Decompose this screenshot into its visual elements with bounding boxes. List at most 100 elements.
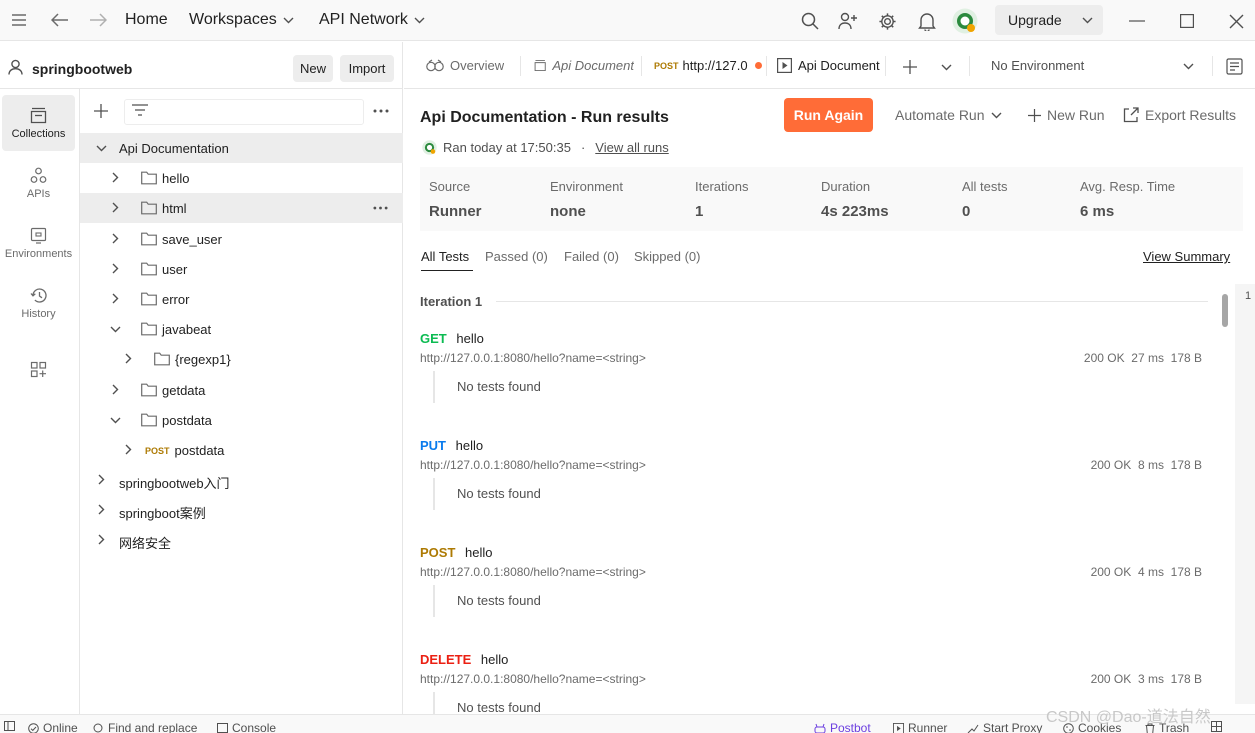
minimize-icon[interactable] — [1126, 12, 1148, 30]
chevron-right-icon — [112, 172, 119, 183]
view-all-runs-link[interactable]: View all runs — [595, 140, 668, 155]
tab-all-tests[interactable]: All Tests — [421, 249, 469, 264]
environment-selector[interactable]: No Environment — [991, 42, 1201, 89]
search-collections-input[interactable] — [124, 99, 364, 125]
plus-icon — [1028, 108, 1041, 122]
tree-item-folder[interactable]: user — [80, 254, 403, 284]
tree-item-folder[interactable]: javabeat — [80, 314, 403, 344]
tab-skipped[interactable]: Skipped (0) — [634, 249, 700, 264]
workspace-name[interactable]: springbootweb — [32, 61, 132, 77]
new-button[interactable]: New — [293, 55, 333, 82]
request-name[interactable]: hello — [456, 331, 483, 346]
request-url: http://127.0.0.1:8080/hello?name=<string… — [420, 565, 646, 579]
response-time: 8 ms — [1137, 458, 1164, 472]
home-link[interactable]: Home — [125, 11, 168, 29]
tree-item-folder[interactable]: getdata — [80, 375, 403, 405]
tab-failed[interactable]: Failed (0) — [564, 249, 619, 264]
settings-gear-icon[interactable] — [876, 10, 898, 32]
runner-button[interactable]: Runner — [893, 721, 947, 733]
request-name[interactable]: hello — [481, 652, 508, 667]
chevron-right-icon — [98, 504, 105, 515]
response-size: 178 B — [1170, 351, 1202, 365]
toggle-sidebar-icon[interactable] — [4, 721, 15, 731]
response-status[interactable]: 200 OK — [1091, 458, 1132, 472]
response-status[interactable]: 200 OK — [1084, 351, 1125, 365]
response-size: 178 B — [1170, 458, 1202, 472]
tree-item-label: springbootweb入门 — [119, 476, 230, 491]
tree-item-folder[interactable]: error — [80, 284, 403, 314]
tab-post-request[interactable]: POST http://127.0 — [654, 42, 764, 89]
layout-grid-icon[interactable] — [1211, 721, 1222, 732]
tab-separator — [766, 56, 767, 76]
tree-item-folder[interactable]: save_user — [80, 224, 403, 254]
active-tab-underline — [421, 270, 473, 271]
menu-icon[interactable] — [10, 12, 28, 28]
notification-bell-icon[interactable] — [916, 10, 938, 32]
run-again-button[interactable]: Run Again — [784, 98, 873, 132]
postbot-icon — [814, 723, 826, 733]
view-summary-link[interactable]: View Summary — [1143, 249, 1230, 264]
tab-passed[interactable]: Passed (0) — [485, 249, 548, 264]
tab-overview[interactable]: Overview — [426, 42, 504, 89]
rail-environments[interactable]: Environments — [2, 215, 75, 271]
tab-api-documentation[interactable]: Api Document — [534, 42, 634, 89]
runner-label: Runner — [908, 721, 948, 733]
new-tab-icon[interactable] — [903, 60, 917, 74]
request-url: http://127.0.0.1:8080/hello?name=<string… — [420, 672, 646, 686]
runner-play-icon — [777, 58, 792, 73]
forward-arrow-icon[interactable] — [88, 11, 108, 29]
tree-item-collection[interactable]: springbootweb入门 — [80, 465, 403, 495]
upgrade-button[interactable]: Upgrade — [995, 5, 1103, 35]
tree-item-folder[interactable]: postdata — [80, 405, 403, 435]
more-options-icon[interactable] — [373, 109, 389, 113]
rail-collections[interactable]: Collections — [2, 95, 75, 151]
tree-item-folder[interactable]: hello — [80, 163, 403, 193]
new-run-label: New Run — [1047, 107, 1105, 123]
automate-run-button[interactable]: Automate Run — [895, 107, 1002, 123]
postbot-label: Postbot — [830, 721, 871, 733]
console-button[interactable]: Console — [217, 721, 276, 733]
export-results-button[interactable]: Export Results — [1123, 107, 1236, 123]
tree-item-collection[interactable]: 网络安全 — [80, 525, 403, 555]
add-collection-icon[interactable] — [94, 104, 108, 118]
avatar[interactable] — [951, 7, 978, 34]
tree-item-folder[interactable]: html — [80, 193, 403, 223]
postbot-button[interactable]: Postbot — [814, 721, 871, 733]
workspaces-menu[interactable]: Workspaces — [189, 11, 294, 29]
search-icon[interactable] — [799, 10, 821, 32]
online-status[interactable]: Online — [28, 721, 78, 733]
tab-runner-results[interactable]: Api Document — [777, 42, 880, 89]
tree-item-label: postdata — [174, 443, 225, 458]
iteration-index[interactable]: 1 — [1245, 290, 1251, 302]
request-name[interactable]: hello — [456, 438, 483, 453]
stat-label: All tests — [962, 179, 1008, 194]
close-icon[interactable] — [1225, 11, 1247, 31]
maximize-icon[interactable] — [1176, 11, 1198, 31]
unsaved-dot-icon — [754, 62, 762, 69]
tree-item-request[interactable]: POST postdata — [80, 435, 403, 465]
tree-item-folder[interactable]: {regexp1} — [80, 344, 403, 374]
tree-item-label: user — [162, 262, 188, 277]
environment-quick-look-icon[interactable] — [1226, 58, 1243, 75]
response-status[interactable]: 200 OK — [1091, 672, 1132, 686]
rail-apis[interactable]: APIs — [2, 155, 75, 211]
back-arrow-icon[interactable] — [50, 11, 70, 29]
rail-configure[interactable] — [2, 341, 75, 397]
results-scrollbar[interactable] — [1222, 294, 1228, 327]
api-network-menu[interactable]: API Network — [319, 11, 425, 29]
import-button[interactable]: Import — [340, 55, 394, 82]
chevron-down-icon — [1082, 17, 1093, 24]
new-run-button[interactable]: New Run — [1028, 107, 1105, 123]
find-replace-button[interactable]: Find and replace — [93, 721, 197, 733]
more-options-icon[interactable] — [373, 206, 388, 210]
stat-value: none — [550, 203, 586, 220]
rail-history[interactable]: History — [2, 275, 75, 331]
response-meta: 200 OK 4 ms 178 B — [1091, 565, 1202, 579]
tree-item-collection[interactable]: Api Documentation — [80, 133, 403, 163]
start-proxy-button[interactable]: Start Proxy — [967, 721, 1042, 733]
tab-list-chevron-icon[interactable] — [941, 64, 952, 71]
invite-user-icon[interactable] — [837, 10, 859, 32]
response-status[interactable]: 200 OK — [1091, 565, 1132, 579]
request-name[interactable]: hello — [465, 545, 492, 560]
tree-item-collection[interactable]: springboot案例 — [80, 495, 403, 525]
